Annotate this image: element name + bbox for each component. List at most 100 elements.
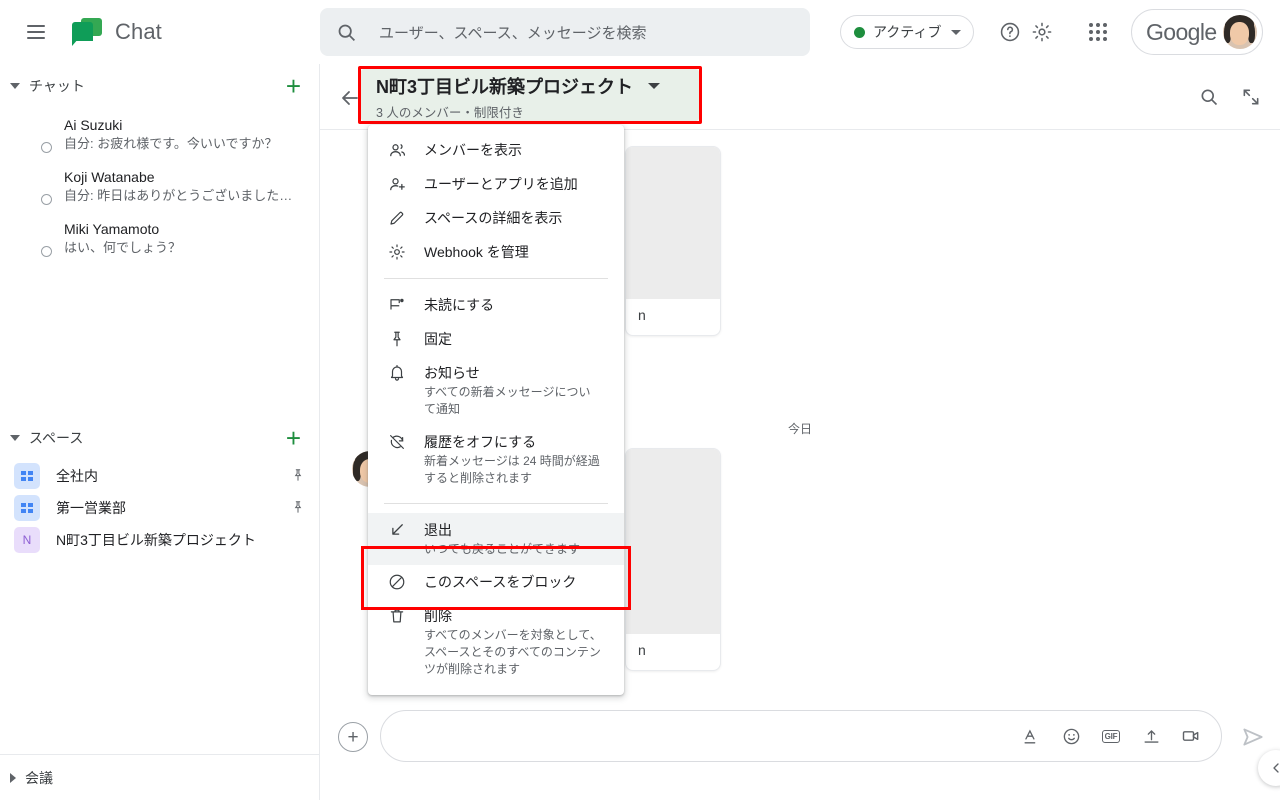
- menu-divider: [384, 278, 608, 279]
- chevron-right-icon: [10, 772, 16, 783]
- menu-item-add-people-apps[interactable]: ユーザーとアプリを追加: [368, 167, 624, 201]
- sidebar-item-daiichi-eigyobu[interactable]: 第一営業部: [0, 492, 319, 524]
- message-input[interactable]: GIF: [380, 710, 1222, 762]
- space-options-menu: メンバーを表示 ユーザーとアプリを追加 スペースの詳細を表示 Webhook を…: [368, 125, 624, 695]
- menu-item-label: 削除: [424, 608, 452, 624]
- list-item-snippet: 自分: 昨日はありがとうございました…: [64, 187, 293, 203]
- search-icon[interactable]: [1196, 84, 1222, 110]
- chevron-down-icon: [951, 29, 962, 35]
- card-caption: n: [638, 642, 646, 658]
- avatar: [14, 220, 52, 257]
- mark-unread-icon: [386, 295, 408, 314]
- pin-icon[interactable]: [291, 468, 305, 485]
- block-icon: [386, 572, 408, 591]
- conversation-header-actions: [1196, 84, 1264, 110]
- menu-item-delete[interactable]: 削除 すべてのメンバーを対象として、スペースとそのすべてのコンテンツが削除されま…: [368, 599, 624, 685]
- pin-icon: [386, 329, 408, 348]
- chevron-down-icon: [10, 83, 20, 89]
- menu-item-description: すべてのメンバーを対象として、スペースとそのすべてのコンテンツが削除されます: [424, 628, 602, 676]
- sidebar-item-ai-suzuki[interactable]: Ai Suzuki 自分: お疲れ様です。今いいですか？: [0, 108, 319, 160]
- menu-item-description: 新着メッセージは 24 時間が経過すると削除されます: [424, 454, 600, 485]
- apps-grid-icon[interactable]: [1082, 16, 1114, 48]
- sidebar-item-label: 全社内: [56, 468, 98, 484]
- sidebar-item-miki-yamamoto[interactable]: Miki Yamamoto はい、何でしょう？: [0, 212, 319, 264]
- new-chat-button[interactable]: +: [282, 73, 305, 99]
- pencil-icon: [386, 208, 408, 227]
- menu-item-description: すべての新着メッセージについて通知: [424, 385, 591, 416]
- bell-icon: [386, 363, 408, 382]
- gif-icon[interactable]: GIF: [1099, 724, 1123, 748]
- message-card[interactable]: n: [625, 448, 721, 671]
- collapse-icon[interactable]: [1238, 84, 1264, 110]
- sidebar-section-spaces-label: スペース: [29, 430, 84, 446]
- send-icon[interactable]: [1240, 724, 1266, 750]
- chevron-left-icon[interactable]: [1258, 750, 1280, 786]
- sidebar-item-label: N町3丁目ビル新築プロジェクト: [56, 532, 256, 548]
- video-icon[interactable]: [1179, 724, 1203, 748]
- menu-item-manage-webhooks[interactable]: Webhook を管理: [368, 235, 624, 269]
- top-bar: Chat ユーザー、スペース、メッセージを検索 アクティブ Google: [0, 0, 1280, 64]
- composer: + GIF: [320, 704, 1280, 800]
- plus-circle-icon[interactable]: +: [338, 722, 368, 752]
- grid-space-icon: [14, 495, 40, 521]
- sidebar-item-n-project[interactable]: N N町3丁目ビル新築プロジェクト: [0, 524, 319, 556]
- menu-item-label: 未読にする: [424, 297, 495, 313]
- presence-ring: [41, 142, 52, 153]
- menu-item-mark-unread[interactable]: 未読にする: [368, 288, 624, 322]
- gear-icon[interactable]: [1026, 16, 1058, 48]
- menu-item-label: メンバーを表示: [424, 142, 522, 158]
- help-icon[interactable]: [994, 16, 1026, 48]
- search-placeholder: ユーザー、スペース、メッセージを検索: [379, 24, 647, 42]
- sidebar-item-zenshanai[interactable]: 全社内: [0, 460, 319, 492]
- list-item-snippet: はい、何でしょう？: [64, 239, 182, 255]
- menu-divider: [384, 503, 608, 504]
- emoji-icon[interactable]: [1059, 724, 1083, 748]
- menu-item-pin[interactable]: 固定: [368, 322, 624, 356]
- menu-item-label: ユーザーとアプリを追加: [424, 176, 578, 192]
- google-account-chip[interactable]: Google: [1131, 9, 1263, 55]
- chat-logo-icon: [72, 18, 102, 46]
- search-input[interactable]: ユーザー、スペース、メッセージを検索: [320, 8, 810, 56]
- menu-item-label: お知らせ: [424, 365, 480, 381]
- menu-item-view-members[interactable]: メンバーを表示: [368, 133, 624, 167]
- sidebar-section-meet[interactable]: 会議: [0, 754, 319, 800]
- menu-item-label: このスペースをブロック: [424, 574, 577, 590]
- list-item-name: Miki Yamamoto: [64, 220, 160, 237]
- person-add-icon: [386, 174, 408, 194]
- hamburger-icon[interactable]: [12, 8, 60, 56]
- app-name: Chat: [115, 19, 162, 44]
- list-item-name: Koji Watanabe: [64, 168, 155, 185]
- avatar: [14, 116, 52, 153]
- avatar[interactable]: [1222, 15, 1257, 49]
- presence-selector[interactable]: アクティブ: [840, 15, 975, 49]
- chevron-down-icon: [10, 435, 20, 441]
- menu-item-label: 固定: [424, 331, 452, 347]
- google-wordmark: Google: [1146, 18, 1217, 45]
- sidebar-item-koji-watanabe[interactable]: Koji Watanabe 自分: 昨日はありがとうございました…: [0, 160, 319, 212]
- sidebar-section-meet-label: 会議: [25, 769, 53, 786]
- new-space-button[interactable]: +: [282, 425, 305, 451]
- menu-item-block-space[interactable]: このスペースをブロック: [368, 565, 624, 599]
- format-text-icon[interactable]: [1019, 724, 1043, 748]
- menu-item-view-space-details[interactable]: スペースの詳細を表示: [368, 201, 624, 235]
- menu-item-description: いつでも戻ることができます: [424, 542, 581, 556]
- menu-item-turn-off-history[interactable]: 履歴をオフにする 新着メッセージは 24 時間が経過すると削除されます: [368, 425, 624, 494]
- sidebar-section-chat[interactable]: チャット +: [0, 64, 319, 108]
- avatar: [14, 168, 52, 205]
- sidebar-section-spaces[interactable]: スペース +: [0, 416, 319, 460]
- presence-dot: [854, 26, 865, 38]
- gear-icon: [386, 242, 408, 261]
- people-icon: [386, 140, 408, 160]
- menu-item-leave[interactable]: 退出 いつでも戻ることができます: [368, 513, 624, 565]
- presence-ring: [41, 246, 52, 257]
- pin-icon[interactable]: [291, 500, 305, 517]
- trash-icon: [386, 606, 408, 625]
- menu-item-notifications[interactable]: お知らせ すべての新着メッセージについて通知: [368, 356, 624, 425]
- presence-ring: [41, 194, 52, 205]
- message-card[interactable]: n: [625, 146, 721, 336]
- upload-icon[interactable]: [1139, 724, 1163, 748]
- chat-app: Chat ユーザー、スペース、メッセージを検索 アクティブ Google チャッ…: [0, 0, 1280, 800]
- menu-item-label: 退出: [424, 522, 452, 538]
- letter-space-icon: N: [14, 527, 40, 553]
- grid-space-icon: [14, 463, 40, 489]
